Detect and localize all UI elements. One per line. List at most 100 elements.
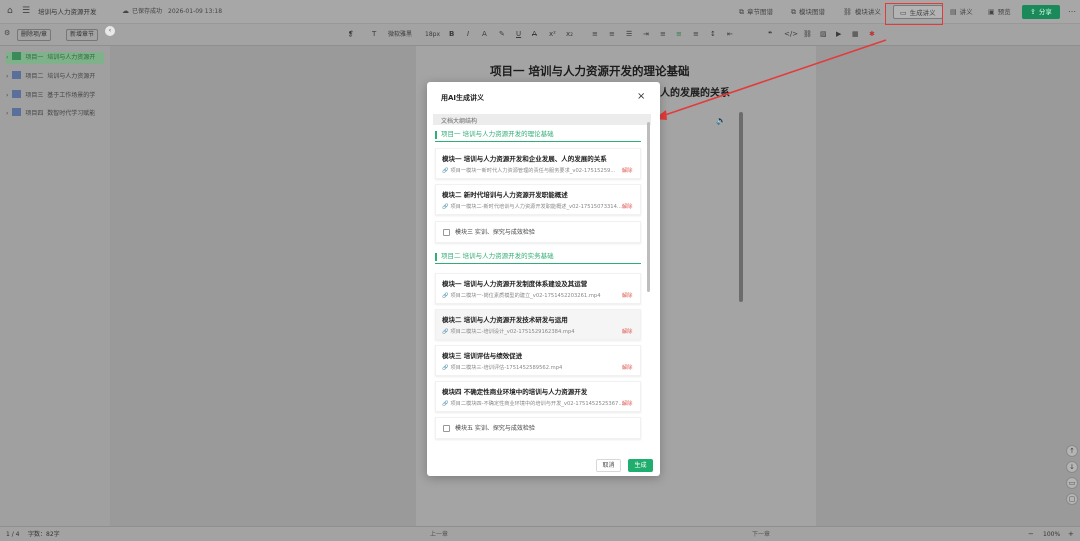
checkbox[interactable]: [443, 425, 450, 432]
module-checkbox-row[interactable]: 模块三 实训、探究与成效检验: [435, 221, 641, 243]
font-select[interactable]: 微软雅黑: [388, 32, 412, 38]
module-handout-button[interactable]: ⛓ 模块讲义: [843, 5, 881, 19]
align-left-icon[interactable]: ≡: [592, 30, 598, 38]
format-toolbar: ⚙ 删除项/章 新增章节 ‹ ❡ T 微软雅黑 18px B I A ✎ U A…: [0, 24, 1080, 46]
preview-icon: ▣: [988, 8, 995, 16]
graph-icon: ⧉: [739, 8, 744, 16]
highlight-icon[interactable]: ✎: [499, 30, 505, 38]
save-status: 已保存成功: [132, 8, 163, 15]
zoom-out-icon[interactable]: −: [1028, 531, 1034, 538]
outline-icon[interactable]: ▢: [1066, 493, 1078, 505]
module-file: 🔗 项目一模块一新时代人力资源管理的责任与服务要求_v02-17515259...: [442, 168, 616, 174]
expand-icon[interactable]: ›: [6, 110, 8, 117]
clip-icon: 🔗: [442, 365, 449, 371]
italic-icon[interactable]: I: [467, 30, 469, 38]
text-color-icon[interactable]: A: [482, 30, 487, 38]
sidebar-item-project3[interactable]: › 项目三 基于工作场景的学: [6, 90, 95, 102]
bottom-bar: 1 / 4 字数：82字 上一章 下一章 − 100% +: [0, 526, 1080, 541]
handout-button[interactable]: ▤ 讲义: [950, 5, 973, 19]
underline-icon[interactable]: U: [516, 30, 521, 38]
home-icon[interactable]: ⌂: [7, 7, 13, 16]
align-justify-icon[interactable]: ≡: [660, 30, 666, 38]
module-card[interactable]: 模块一 培训与人力资源开发和企业发展、人的发展的关系 🔗 项目一模块一新时代人力资…: [435, 148, 641, 179]
checkbox[interactable]: [443, 229, 450, 236]
code-icon[interactable]: </>: [784, 30, 798, 38]
zoom-in-icon[interactable]: +: [1068, 531, 1074, 538]
expand-icon[interactable]: ›: [6, 92, 8, 99]
close-icon[interactable]: ×: [637, 92, 645, 102]
subscript-icon[interactable]: x₂: [566, 30, 573, 38]
sidebar-item-project2[interactable]: › 项目二 培训与人力资源开: [6, 71, 95, 83]
sidebar: › 项目一 培训与人力资源开 › 项目二 培训与人力资源开 › 项目三 基于工作场景的…: [0, 46, 110, 526]
module-title: 模块三 培训评估与绩效促进: [442, 352, 523, 360]
unbind-link[interactable]: 解除: [622, 329, 632, 335]
sidebar-item-project4[interactable]: › 项目四 数智时代学习赋能: [6, 108, 95, 120]
scroll-top-icon[interactable]: ↑: [1066, 445, 1078, 457]
prev-chapter-button[interactable]: 上一章: [430, 532, 448, 538]
line-height-icon[interactable]: ↕: [710, 30, 716, 38]
module-card[interactable]: 模块三 培训评估与绩效促进 🔗 项目二模块三-培训评估-1751452589562…: [435, 345, 641, 376]
doc-icon: [12, 52, 22, 60]
unbind-link[interactable]: 解除: [622, 365, 632, 371]
bold-icon[interactable]: B: [449, 30, 454, 38]
module-card[interactable]: 模块二 培训与人力资源开发技术研发与运用 🔗 项目二模块二-培训设计_v02-17…: [435, 309, 641, 340]
chapter-graph-button[interactable]: ⧉ 章节图谱: [739, 5, 773, 19]
align-center-icon[interactable]: ≡: [609, 30, 615, 38]
graph-icon: ⧉: [791, 8, 796, 16]
more-icon[interactable]: ⋯: [1068, 8, 1076, 16]
save-time: 2026-01-09 13:18: [168, 8, 223, 15]
generate-button[interactable]: 生成: [628, 459, 653, 472]
outline-list[interactable]: 项目一 培训与人力资源开发的理论基础 模块一 培训与人力资源开发和企业发展、人的…: [433, 125, 651, 443]
quote-icon[interactable]: ❝: [768, 30, 772, 38]
size-select[interactable]: 18px: [425, 32, 440, 38]
align-right-icon[interactable]: ≡: [693, 30, 699, 38]
link-icon[interactable]: ⛓: [803, 30, 812, 38]
settings-icon[interactable]: ⚙: [4, 30, 10, 37]
cancel-button[interactable]: 取消: [596, 459, 621, 472]
clear-format-icon[interactable]: T: [372, 30, 376, 38]
preview-button[interactable]: ▣ 预览: [988, 5, 1011, 19]
doc-icon: ▤: [950, 8, 957, 16]
list-icon[interactable]: ☰: [626, 30, 632, 38]
unbind-link[interactable]: 解除: [622, 293, 632, 299]
share-button[interactable]: ⇪ 分享: [1022, 5, 1060, 19]
breadcrumb: 培训与人力资源开发: [38, 8, 97, 16]
next-chapter-button[interactable]: 下一章: [752, 532, 770, 538]
expand-icon[interactable]: ›: [6, 73, 8, 80]
module-graph-button[interactable]: ⧉ 模块图谱: [791, 5, 825, 19]
menu-icon[interactable]: ☰: [22, 7, 30, 16]
outdent-icon[interactable]: ⇤: [727, 30, 733, 38]
module-file: 🔗 项目一模块二-新时代培训与人力资源开发职能概述_v02-17515073314…: [442, 204, 622, 210]
ai-icon[interactable]: ✱: [869, 30, 875, 38]
unbind-link[interactable]: 解除: [622, 401, 632, 407]
sidebar-item-project1[interactable]: › 项目一 培训与人力资源开: [6, 52, 104, 64]
comment-icon[interactable]: ▭: [1066, 477, 1078, 489]
dialog-scrollbar[interactable]: [647, 122, 650, 292]
module-checkbox-row[interactable]: 模块五 实训、探究与成效检验: [435, 417, 641, 439]
indent-icon[interactable]: ⇥: [643, 30, 649, 38]
doc-icon: [12, 71, 22, 79]
unbind-link[interactable]: 解除: [622, 204, 632, 210]
strike-icon[interactable]: A: [532, 30, 537, 38]
zoom-level: 100%: [1043, 531, 1061, 538]
video-icon[interactable]: ▶: [836, 30, 841, 38]
module-card[interactable]: 模块一 培训与人力资源开发制度体系建设及其运营 🔗 项目二模块一-岗位素质模型的建…: [435, 273, 641, 304]
cloud-icon: ☁: [122, 7, 129, 15]
module-card[interactable]: 模块二 新时代培训与人力资源开发职能概述 🔗 项目一模块二-新时代培训与人力资源开…: [435, 184, 641, 215]
align-active-icon[interactable]: ≡: [676, 30, 682, 38]
link-icon: ⛓: [843, 8, 852, 16]
collapse-sidebar-icon[interactable]: ‹: [105, 26, 115, 36]
word-count: 字数：82字: [28, 531, 60, 538]
unbind-link[interactable]: 解除: [622, 168, 632, 174]
dialog-title: 用AI生成讲义: [441, 94, 485, 102]
expand-icon[interactable]: ›: [6, 54, 8, 61]
image-icon[interactable]: ▨: [820, 30, 827, 38]
delete-item-button[interactable]: 删除项/章: [17, 29, 52, 41]
scroll-bottom-icon[interactable]: ↓: [1066, 461, 1078, 473]
document-scrollbar[interactable]: [739, 112, 743, 302]
table-icon[interactable]: ▦: [852, 30, 859, 38]
paint-icon[interactable]: ❡: [348, 30, 354, 38]
superscript-icon[interactable]: x²: [549, 30, 556, 38]
add-chapter-button[interactable]: 新增章节: [66, 29, 99, 41]
module-card[interactable]: 模块四 不确定性商业环境中的培训与人力资源开发 🔗 项目二模块四-不确定性商业环境…: [435, 381, 641, 412]
